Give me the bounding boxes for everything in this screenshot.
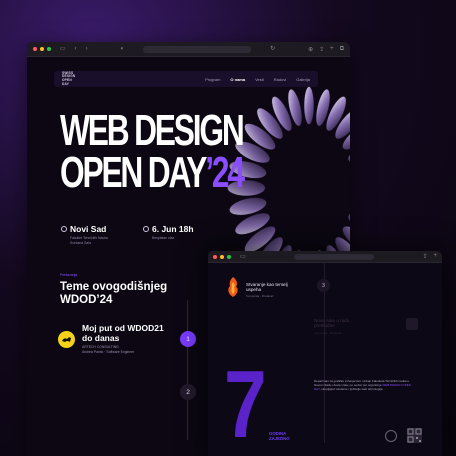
share-icon[interactable]: ⇪ bbox=[319, 46, 324, 53]
next-talk-title[interactable]: Nova ruka u radu prethodne bbox=[314, 318, 349, 329]
browser-chrome: ▭ ‹ › ◐ ↻ ⊕ ⇪ + ⧉ bbox=[27, 42, 350, 57]
hero-title-line2: OPEN DAY’24 bbox=[60, 148, 245, 197]
talk-meta: ARTECH CONSULTING Andrea Pantić · Softwa… bbox=[82, 345, 135, 354]
new-tab-icon[interactable]: + bbox=[330, 46, 334, 53]
secondary-browser-window: ▭ ⇪ + Stvaranje kao temelj uspeha Kompan… bbox=[208, 251, 442, 456]
forward-icon[interactable]: › bbox=[86, 46, 88, 52]
section-title: Teme ovogodišnjeg WDOD’24 bbox=[60, 281, 168, 306]
sidebar-icon[interactable]: ▭ bbox=[240, 254, 246, 260]
event-date: 6. Jun 18h Besplatan ulaz bbox=[143, 224, 194, 241]
reload-icon[interactable]: ↻ bbox=[270, 46, 275, 52]
browser-chrome: ▭ ⇪ + bbox=[208, 251, 442, 263]
timeline-step-1[interactable]: 1 bbox=[180, 331, 196, 347]
shield-icon: ◐ bbox=[120, 46, 125, 52]
maximize-window-button[interactable] bbox=[227, 254, 231, 259]
tabs-overview-icon[interactable]: ⧉ bbox=[340, 46, 344, 53]
download-icon[interactable]: ⊕ bbox=[308, 46, 313, 53]
timeline-line bbox=[187, 300, 188, 440]
address-bar[interactable] bbox=[143, 45, 252, 53]
talk-title[interactable]: Stvaranje kao temelj uspeha bbox=[246, 282, 288, 293]
company-logo-icon bbox=[58, 331, 75, 348]
faculty-seal-icon bbox=[385, 430, 397, 442]
next-talk-logo bbox=[406, 318, 418, 330]
years-label: GODINA ZAJEDNO bbox=[269, 431, 290, 441]
site-logo[interactable]: SWISS DESIGN OPEN DAY bbox=[62, 71, 75, 86]
sidebar-icon[interactable]: ▭ bbox=[60, 46, 66, 52]
talk-title[interactable]: Moj put od WDOD21 do danas bbox=[82, 323, 164, 343]
hero-year-accent: ’24 bbox=[205, 148, 245, 197]
timeline-step-3[interactable]: 3 bbox=[317, 279, 330, 292]
share-icon[interactable]: ⇪ bbox=[422, 253, 427, 260]
back-icon[interactable]: ‹ bbox=[75, 46, 77, 52]
address-bar[interactable] bbox=[294, 253, 375, 260]
maximize-window-button[interactable] bbox=[47, 47, 51, 51]
event-location: Novi Sad Fakultet Tehničkih Nauka Svečan… bbox=[61, 224, 108, 245]
hero-title: WEB DESIGN OPEN DAY’24 bbox=[60, 106, 245, 197]
close-window-button[interactable] bbox=[33, 47, 37, 51]
company-flame-logo-icon bbox=[228, 277, 238, 297]
qr-code-icon bbox=[407, 428, 422, 443]
section-eyebrow: Predavanja bbox=[60, 273, 78, 277]
minimize-window-button[interactable] bbox=[220, 254, 224, 259]
timeline-step-2[interactable]: 2 bbox=[180, 384, 196, 400]
location-icon bbox=[61, 226, 67, 232]
close-window-button[interactable] bbox=[213, 254, 217, 259]
talk-meta: Kompanija · Predavač bbox=[246, 294, 274, 298]
torus-ring-segment bbox=[303, 86, 315, 125]
years-big-number: 7 bbox=[224, 351, 267, 456]
new-tab-icon[interactable]: + bbox=[433, 253, 437, 260]
calendar-icon bbox=[143, 226, 149, 232]
hero-title-line1: WEB DESIGN bbox=[60, 106, 245, 155]
next-talk-meta: Kompanija · Predavač bbox=[314, 331, 342, 335]
minimize-window-button[interactable] bbox=[40, 47, 44, 51]
about-paragraph: Departman za grafičko inženjerstvo i diz… bbox=[314, 379, 411, 392]
